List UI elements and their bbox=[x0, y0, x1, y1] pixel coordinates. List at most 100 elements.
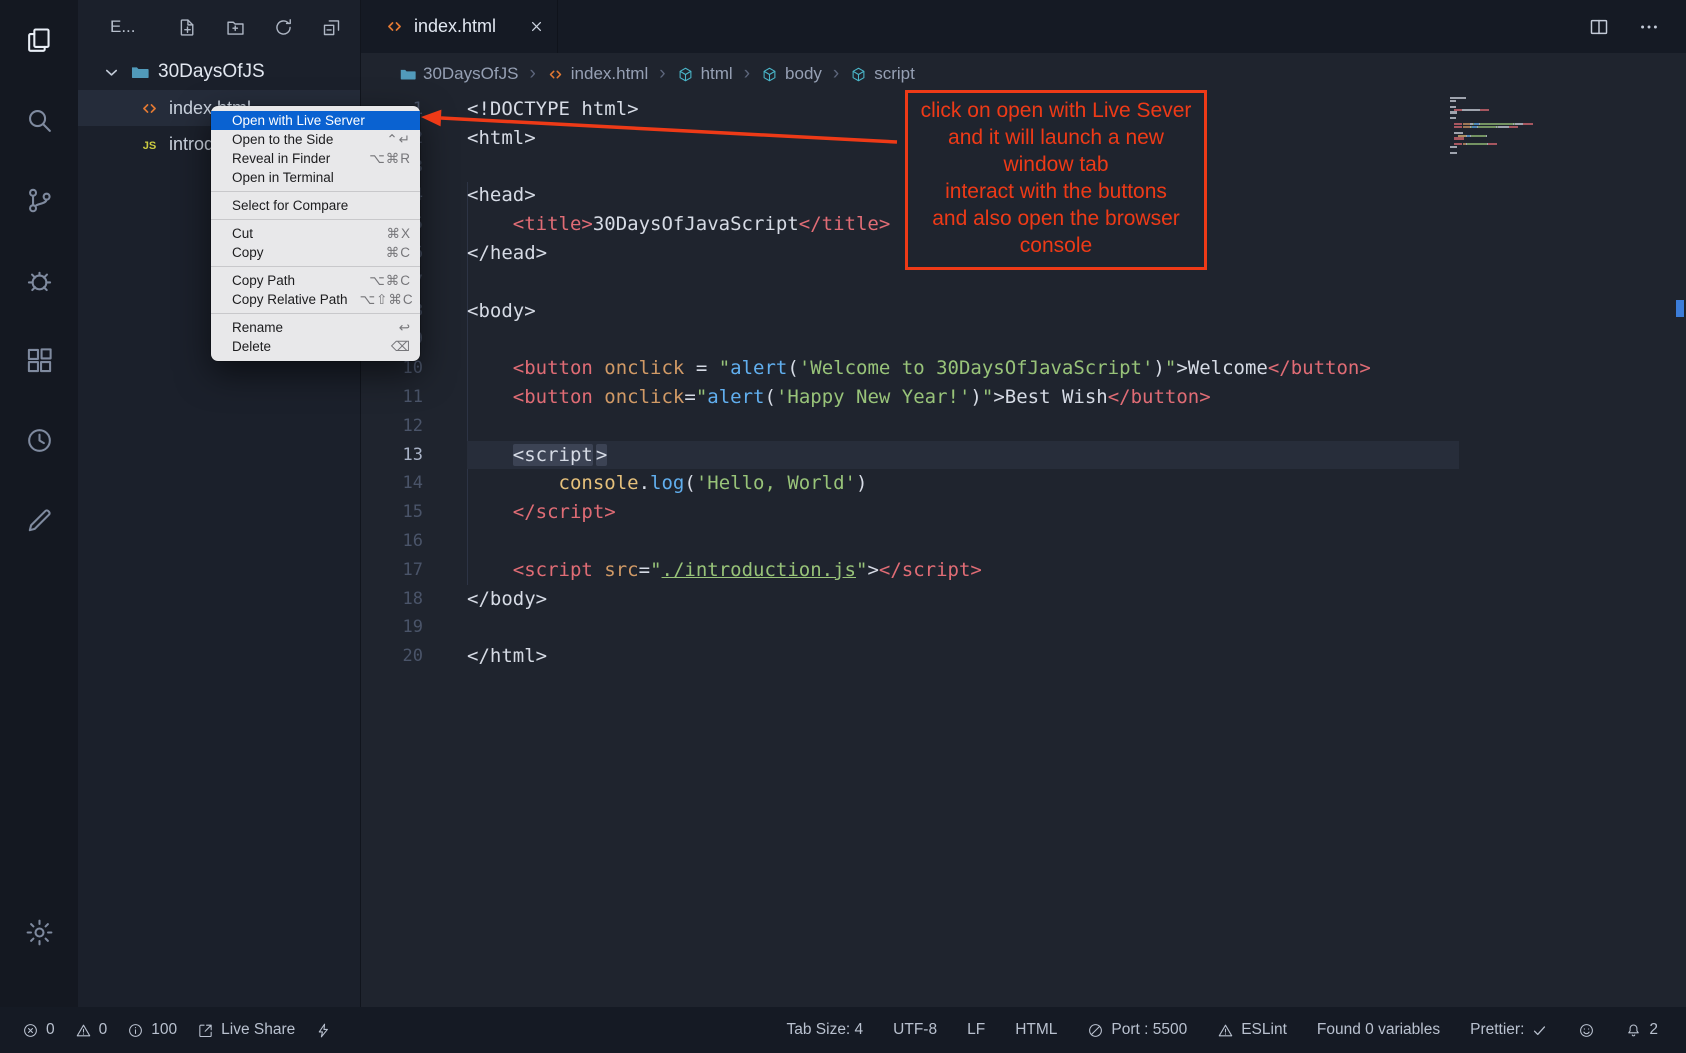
menu-item-reveal-in-finder[interactable]: Reveal in Finder⌥⌘R bbox=[211, 149, 420, 168]
code-token bbox=[467, 386, 513, 408]
activity-button-source-control[interactable] bbox=[22, 183, 56, 217]
activity-button-history[interactable] bbox=[22, 423, 56, 457]
code-line-13[interactable]: 13 <script> bbox=[361, 441, 1686, 470]
menu-item-label: Cut bbox=[232, 226, 374, 241]
port-icon bbox=[1087, 1022, 1104, 1039]
code-token: " bbox=[650, 559, 661, 581]
menu-item-cut[interactable]: Cut⌘X bbox=[211, 224, 420, 243]
status-item-bell-icon-2[interactable]: 2 bbox=[1625, 1021, 1658, 1039]
close-icon[interactable] bbox=[528, 18, 545, 35]
collapse-all-icon bbox=[321, 17, 342, 38]
status-item-live-share-icon-live-share[interactable]: Live Share bbox=[197, 1021, 295, 1039]
code-line-11[interactable]: 11 <button onclick="alert('Happy New Yea… bbox=[361, 383, 1686, 412]
menu-item-copy[interactable]: Copy⌘C bbox=[211, 243, 420, 262]
annotation-line: interact with the buttons bbox=[910, 178, 1202, 205]
minimap-token bbox=[1454, 132, 1461, 134]
sidebar-action-refresh[interactable] bbox=[272, 16, 294, 38]
menu-item-delete[interactable]: Delete⌫ bbox=[211, 337, 420, 356]
code-line-10[interactable]: 10 <button onclick = "alert('Welcome to … bbox=[361, 354, 1686, 383]
status-item-warning-icon-0[interactable]: 0 bbox=[75, 1021, 108, 1039]
minimap-token bbox=[1450, 146, 1457, 148]
code-line-9[interactable]: 9 bbox=[361, 325, 1686, 354]
code-token: = bbox=[684, 386, 695, 408]
minimap-token bbox=[1450, 135, 1458, 137]
code-token bbox=[593, 386, 604, 408]
code-line-18[interactable]: 18</body> bbox=[361, 585, 1686, 614]
split-editor-icon[interactable] bbox=[1588, 16, 1610, 38]
code-token: <script bbox=[513, 444, 593, 466]
code-line-17[interactable]: 17 <script src="./introduction.js"></scr… bbox=[361, 556, 1686, 585]
minimap-token bbox=[1454, 109, 1461, 111]
sidebar-action-new-folder[interactable] bbox=[224, 16, 246, 38]
menu-item-shortcut: ⌥⌘R bbox=[369, 151, 411, 167]
status-left: 0 0 100 Live Share bbox=[22, 1021, 332, 1039]
breadcrumb-item-html[interactable]: html bbox=[677, 64, 733, 84]
status-item-html[interactable]: HTML bbox=[1015, 1021, 1057, 1039]
sidebar-action-collapse-all[interactable] bbox=[320, 16, 342, 38]
minimap-token bbox=[1488, 143, 1497, 145]
status-item-warning-icon-eslint[interactable]: ESLint bbox=[1217, 1021, 1287, 1039]
activity-button-debug[interactable] bbox=[22, 263, 56, 297]
status-item-smiley-icon[interactable] bbox=[1578, 1022, 1595, 1039]
menu-item-label: Select for Compare bbox=[232, 198, 411, 213]
status-item-found-0-variables[interactable]: Found 0 variables bbox=[1317, 1021, 1440, 1039]
menu-item-open-to-the-side[interactable]: Open to the Side⌃↵ bbox=[211, 130, 420, 149]
menu-item-copy-path[interactable]: Copy Path⌥⌘C bbox=[211, 271, 420, 290]
code-line-12[interactable]: 12 bbox=[361, 412, 1686, 441]
activity-bar bbox=[0, 0, 78, 1007]
code-text: <html> bbox=[467, 124, 536, 153]
menu-item-open-with-live-server[interactable]: Open with Live Server bbox=[211, 111, 420, 130]
status-item-port-icon-port-5500[interactable]: Port : 5500 bbox=[1087, 1021, 1187, 1039]
activity-button-search[interactable] bbox=[22, 103, 56, 137]
history-icon bbox=[24, 425, 55, 456]
breadcrumb-separator: › bbox=[744, 63, 750, 85]
menu-item-rename[interactable]: Rename↩ bbox=[211, 318, 420, 337]
status-item-prettier[interactable]: Prettier: bbox=[1470, 1021, 1548, 1039]
info-icon bbox=[127, 1022, 144, 1039]
tab-title: index.html bbox=[414, 16, 496, 37]
breadcrumb-label: html bbox=[701, 64, 733, 84]
menu-item-open-in-terminal[interactable]: Open in Terminal bbox=[211, 168, 420, 187]
code-text: <body> bbox=[467, 297, 536, 326]
code-line-7[interactable]: 7 bbox=[361, 268, 1686, 297]
menu-item-copy-relative-path[interactable]: Copy Relative Path⌥⇧⌘C bbox=[211, 290, 420, 309]
status-item-tab-size-4[interactable]: Tab Size: 4 bbox=[786, 1021, 863, 1039]
minimap-token bbox=[1498, 126, 1509, 128]
breadcrumb-item-30daysofjs[interactable]: 30DaysOfJS bbox=[399, 64, 518, 84]
breadcrumb-item-index-html[interactable]: index.html bbox=[547, 64, 648, 84]
status-item-info-icon-100[interactable]: 100 bbox=[127, 1021, 177, 1039]
code-token bbox=[467, 472, 559, 494]
activity-button-settings-gear[interactable] bbox=[22, 915, 56, 949]
minimap[interactable] bbox=[1450, 97, 1545, 155]
code-line-8[interactable]: 8<body> bbox=[361, 297, 1686, 326]
code-token: 'Welcome to 30DaysOfJavaScript' bbox=[799, 357, 1154, 379]
menu-item-label: Rename bbox=[232, 320, 387, 335]
activity-button-feedback[interactable] bbox=[22, 503, 56, 537]
tree-item-30daysofjs[interactable]: 30DaysOfJS bbox=[78, 54, 360, 90]
status-item-lightning-icon[interactable] bbox=[315, 1022, 332, 1039]
status-item-utf-8[interactable]: UTF-8 bbox=[893, 1021, 937, 1039]
code-line-15[interactable]: 15 </script> bbox=[361, 498, 1686, 527]
menu-item-shortcut: ⌥⌘C bbox=[369, 273, 411, 289]
symbol-cube-icon bbox=[850, 66, 867, 83]
status-label: 2 bbox=[1649, 1021, 1658, 1039]
code-line-19[interactable]: 19 bbox=[361, 613, 1686, 642]
breadcrumb-item-body[interactable]: body bbox=[761, 64, 822, 84]
sidebar-action-new-file[interactable] bbox=[176, 16, 198, 38]
folder-icon bbox=[130, 63, 149, 82]
code-line-14[interactable]: 14 console.log('Hello, World') bbox=[361, 469, 1686, 498]
code-token: <body> bbox=[467, 300, 536, 322]
more-actions-icon[interactable] bbox=[1638, 16, 1660, 38]
menu-item-select-for-compare[interactable]: Select for Compare bbox=[211, 196, 420, 215]
code-token: </button> bbox=[1268, 357, 1371, 379]
activity-button-extensions[interactable] bbox=[22, 343, 56, 377]
code-token: </title> bbox=[799, 213, 891, 235]
activity-button-files[interactable] bbox=[22, 23, 56, 57]
minimap-token bbox=[1478, 126, 1496, 128]
breadcrumb-item-script[interactable]: script bbox=[850, 64, 915, 84]
code-line-16[interactable]: 16 bbox=[361, 527, 1686, 556]
status-item-lf[interactable]: LF bbox=[967, 1021, 985, 1039]
code-line-20[interactable]: 20</html> bbox=[361, 642, 1686, 671]
status-item-error-icon-0[interactable]: 0 bbox=[22, 1021, 55, 1039]
tab-index-html[interactable]: index.html bbox=[361, 0, 558, 53]
